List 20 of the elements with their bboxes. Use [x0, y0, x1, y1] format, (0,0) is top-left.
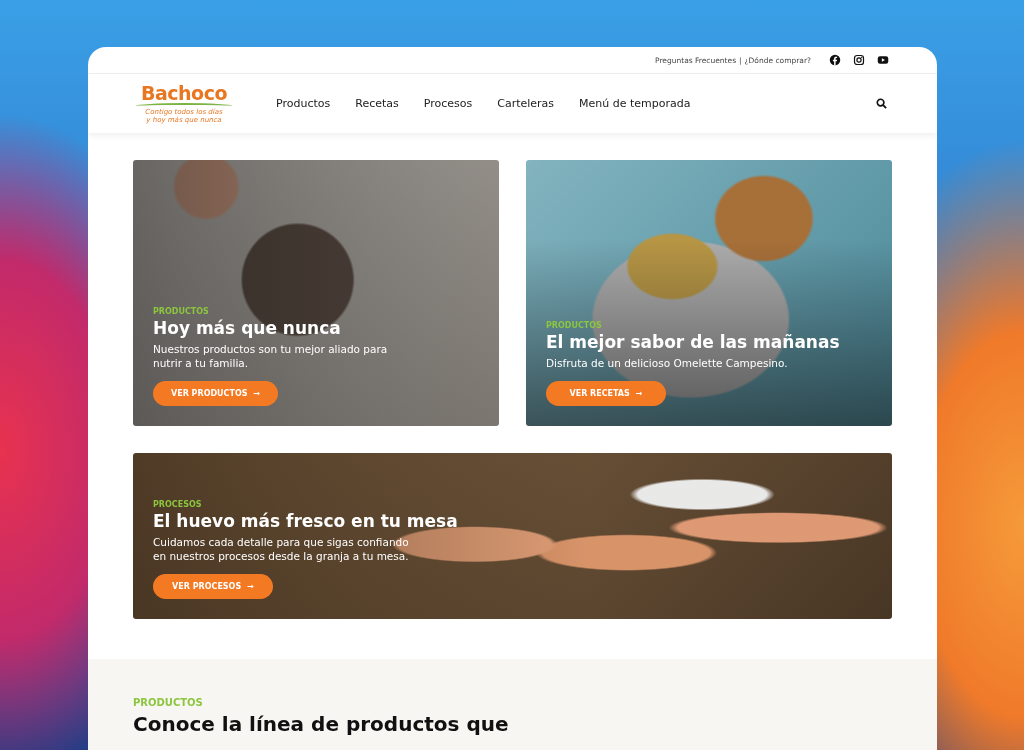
nav-link[interactable]: Productos: [276, 97, 331, 110]
category-label: PROCESOS: [153, 499, 202, 509]
section-label: PRODUCTOS: [133, 697, 204, 708]
nav-link[interactable]: Menú de temporada: [579, 97, 691, 110]
nav-link[interactable]: Procesos: [423, 97, 473, 110]
section-heading: Conoce la línea de productos que: [133, 712, 510, 736]
card-description: Nuestros productos son tu mejor aliado para nutrir a tu familia.: [153, 341, 389, 371]
category-label: PRODUCTOS: [153, 306, 209, 316]
instagram-icon[interactable]: [853, 54, 865, 66]
card-description: Disfruta de un delicioso Omelette Campesino.: [546, 356, 789, 371]
nav-link[interactable]: Recetas: [355, 97, 399, 110]
card-title: El mejor sabor de las mañanas: [546, 332, 840, 353]
category-label: PRODUCTOS: [546, 321, 602, 331]
card-title: El huevo más fresco en tu mesa: [153, 510, 458, 531]
youtube-icon[interactable]: [877, 54, 889, 66]
card-description: Cuidamos cada detalle para que sigas confiando en nuestros procesos desde la granja a tu mesa.: [153, 534, 410, 564]
card-title: Hoy más que nunca: [153, 317, 341, 338]
search-icon[interactable]: [876, 98, 887, 109]
nav-link[interactable]: Carteleras: [497, 97, 555, 110]
facebook-icon[interactable]: [829, 54, 841, 66]
